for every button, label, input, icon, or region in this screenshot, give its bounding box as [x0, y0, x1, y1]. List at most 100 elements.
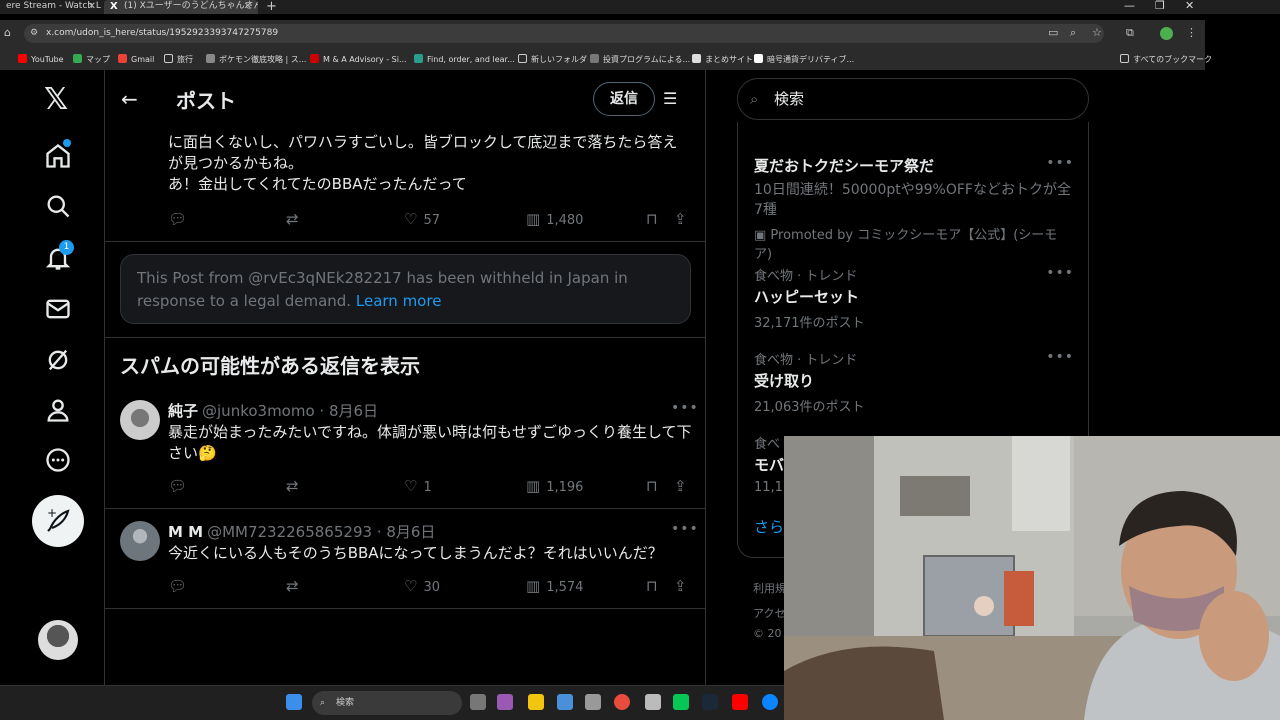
bookmark-youtube[interactable]: YouTube	[18, 54, 64, 64]
share-icon[interactable]: ⇪	[674, 577, 693, 595]
extensions-icon[interactable]: ⧉	[1126, 26, 1134, 40]
retweet-icon[interactable]: ⇄	[286, 577, 305, 595]
views-button[interactable]: ▥ 1,196	[526, 477, 583, 495]
windows-start-icon[interactable]	[286, 694, 302, 710]
back-arrow-icon[interactable]: ←	[121, 87, 138, 111]
post-header: ← ポスト 返信 ☰	[105, 70, 705, 128]
reply-tweet[interactable]: M M @MM7232265865293 · 8月6日 ••• 今近くにいる人もそ…	[105, 509, 705, 609]
sliders-icon[interactable]: ☰	[663, 89, 677, 108]
browser-tab[interactable]: ere Stream - Watch L ✕	[0, 0, 102, 14]
account-avatar[interactable]	[38, 620, 78, 660]
chrome-icon[interactable]	[614, 694, 630, 710]
more-options-icon[interactable]: •••	[1046, 349, 1074, 365]
share-icon[interactable]: ⇪	[674, 477, 693, 495]
file-explorer-icon[interactable]	[528, 694, 544, 710]
install-icon[interactable]: ▭	[1048, 26, 1058, 39]
bookmark-find-order[interactable]: Find, order, and lear...	[414, 54, 515, 64]
share-icon[interactable]: ⇪	[674, 210, 693, 228]
show-more-link[interactable]: さら	[754, 516, 784, 537]
copilot-icon[interactable]	[497, 694, 513, 710]
retweet-icon[interactable]: ⇄	[286, 477, 305, 495]
learn-more-link[interactable]: Learn more	[356, 292, 442, 310]
bookmark-icon[interactable]: ⊓	[646, 577, 664, 595]
close-tab-icon[interactable]: ✕	[88, 0, 96, 13]
search-input[interactable]: ⌕ 検索	[737, 78, 1089, 120]
bookmark-pokemon[interactable]: ポケモン徹底攻略 | ス...	[206, 54, 306, 65]
bookmark-crypto[interactable]: 暗号通貨デリバティブ...	[754, 54, 854, 65]
footer-link[interactable]: アクセ	[753, 605, 785, 621]
taskbar-search[interactable]: ⌕ 検索	[312, 691, 462, 715]
reply-icon[interactable]: 💬︎	[168, 477, 193, 495]
search-icon: ⌕	[320, 698, 326, 708]
new-tab-icon[interactable]: +	[266, 0, 277, 14]
bookmark-all[interactable]: すべてのブックマーク	[1120, 54, 1212, 65]
main-column: ← ポスト 返信 ☰ に面白くないし、パワハラすごいし。皆ブロックして底辺まで落…	[104, 70, 706, 685]
zoom-icon[interactable]: ⌕	[1070, 26, 1076, 40]
bookmark-maps[interactable]: マップ	[73, 54, 110, 65]
close-window-icon[interactable]: ✕	[1185, 0, 1194, 12]
steam-icon[interactable]	[702, 694, 718, 710]
reply-tweet[interactable]: 純子 @junko3momo · 8月6日 ••• 暴走が始まったみたいですね。体…	[105, 388, 705, 509]
views-button[interactable]: ▥ 1,480	[526, 210, 583, 228]
more-options-icon[interactable]: •••	[671, 521, 699, 537]
task-view-icon[interactable]	[470, 694, 486, 710]
x-logo-icon[interactable]: 𝕏	[44, 85, 72, 115]
bookmark-matome[interactable]: まとめサイト	[692, 54, 753, 65]
heart-icon: ♡	[404, 477, 418, 495]
author-name[interactable]: M M @MM7232265865293 · 8月6日	[168, 521, 435, 542]
spam-replies-heading[interactable]: スパムの可能性がある返信を表示	[120, 350, 420, 379]
reply-button[interactable]: 返信	[593, 82, 655, 116]
bookmark-gmail[interactable]: Gmail	[118, 54, 154, 64]
bookmark-icon[interactable]: ⊓	[646, 477, 664, 495]
more-options-icon[interactable]: •••	[1046, 155, 1074, 171]
store-icon[interactable]	[557, 694, 573, 710]
trend-item[interactable]: 食べ物 · トレンド ••• 受け取り 21,063件のポスト	[754, 349, 1074, 415]
webcam-feed-image	[784, 436, 1280, 720]
minimize-icon[interactable]: —	[1124, 0, 1135, 12]
tweet-text: 今近くにいる人もそのうちBBAになってしまうんだよ？それはいいんだ？	[168, 544, 663, 562]
search-icon[interactable]	[44, 192, 72, 220]
tweet[interactable]: に面白くないし、パワハラすごいし。皆ブロックして底辺まで落ちたら答え が見つかる…	[105, 110, 705, 242]
avatar[interactable]	[120, 400, 160, 440]
trend-item[interactable]: 食べ物 · トレンド ••• ハッピーセット 32,171件のポスト	[754, 265, 1074, 331]
menu-icon[interactable]: ⋮	[1186, 26, 1197, 39]
tab-title: (1) Xユーザーのうどんちゃんさん「限	[124, 1, 258, 11]
bookmark-star-icon[interactable]: ☆	[1092, 26, 1102, 39]
like-button[interactable]: ♡ 57	[404, 210, 440, 228]
bookmark-new-folder[interactable]: 新しいフォルダ	[518, 54, 587, 65]
grok-icon[interactable]	[44, 346, 72, 374]
more-options-icon[interactable]: •••	[671, 400, 699, 416]
home-icon[interactable]: ⌂	[4, 26, 11, 39]
address-bar[interactable]: ⚙ x.com/udon_is_here/status/195292339374…	[24, 24, 1104, 43]
retweet-icon[interactable]: ⇄	[286, 210, 305, 228]
calculator-icon[interactable]	[645, 694, 661, 710]
trend-item-promoted[interactable]: 夏だおトクだシーモア祭だ ••• 10日間連続！50000ptや99%OFFなど…	[754, 155, 1074, 262]
views-button[interactable]: ▥ 1,574	[526, 577, 583, 595]
profile-icon[interactable]	[44, 396, 72, 424]
feather-icon: +	[47, 506, 70, 532]
bookmark-icon[interactable]: ⊓	[646, 210, 664, 228]
mail-app-icon[interactable]	[585, 694, 601, 710]
more-options-icon[interactable]: •••	[1046, 265, 1074, 281]
reply-icon[interactable]: 💬︎	[168, 577, 193, 595]
bookmark-ma-advisory[interactable]: M & A Advisory - Si...	[310, 54, 407, 64]
bookmark-investment[interactable]: 投資プログラムによる...	[590, 54, 690, 65]
footer-link[interactable]: 利用規	[753, 580, 786, 596]
browser-tab-active[interactable]: X (1) Xユーザーのうどんちゃんさん「限 ✕	[104, 0, 258, 14]
youtube-icon[interactable]	[732, 694, 748, 710]
site-info-icon[interactable]: ⚙	[30, 24, 38, 43]
default-avatar-icon[interactable]	[120, 521, 160, 561]
mail-icon[interactable]	[44, 295, 72, 323]
like-button[interactable]: ♡ 1	[404, 477, 432, 495]
like-button[interactable]: ♡ 30	[404, 577, 440, 595]
bookmark-travel[interactable]: 旅行	[164, 54, 193, 65]
compose-post-button[interactable]: +	[32, 495, 84, 547]
author-name[interactable]: 純子 @junko3momo · 8月6日	[168, 400, 378, 421]
more-icon[interactable]	[44, 446, 72, 474]
reply-icon[interactable]: 💬︎	[168, 210, 193, 228]
maximize-icon[interactable]: ❐	[1155, 0, 1165, 12]
close-tab-icon[interactable]: ✕	[244, 0, 252, 13]
line-icon[interactable]	[673, 694, 689, 710]
profile-icon[interactable]	[1160, 27, 1173, 40]
edge-icon[interactable]	[762, 694, 778, 710]
